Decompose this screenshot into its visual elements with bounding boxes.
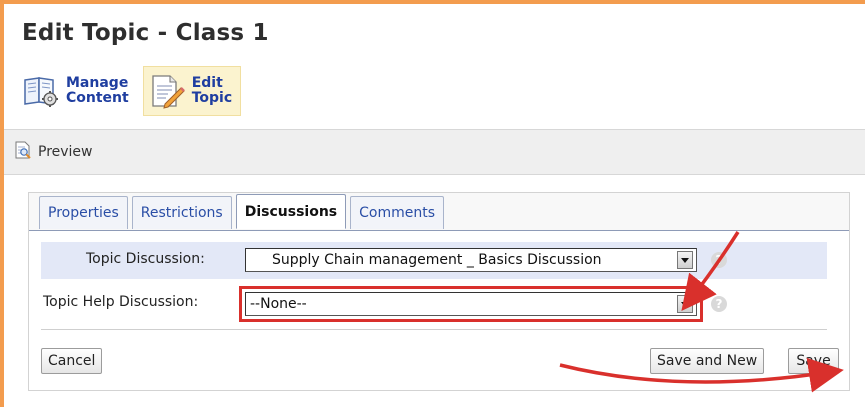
edit-topic-button[interactable]: Edit Topic [142, 66, 242, 116]
tab-discussions[interactable]: Discussions [235, 194, 347, 229]
topic-help-discussion-select[interactable]: --None-- [245, 292, 697, 316]
tab-restrictions[interactable]: Restrictions [131, 196, 232, 229]
cancel-button[interactable]: Cancel [41, 348, 103, 374]
tab-properties[interactable]: Properties [39, 196, 128, 229]
book-gear-icon [22, 74, 60, 108]
topic-help-discussion-label: Topic Help Discussion: [43, 294, 199, 310]
manage-content-label: Manage Content [66, 75, 129, 106]
panel-bottom-border [28, 390, 850, 391]
topic-discussion-select[interactable]: Supply Chain management _ Basics Discuss… [245, 248, 697, 272]
save-button[interactable]: Save [788, 348, 839, 374]
topic-panel: Properties Restrictions Discussions Comm… [28, 192, 850, 391]
manage-content-button[interactable]: Manage Content [18, 66, 137, 116]
question-circle-icon[interactable]: ? [711, 296, 727, 312]
question-circle-icon[interactable]: ? [711, 252, 727, 268]
preview-link[interactable]: Preview [38, 144, 93, 160]
save-and-new-button[interactable]: Save and New [650, 348, 765, 374]
discussions-tab-content: Topic Discussion: Supply Chain managemen… [29, 230, 849, 391]
edit-topic-label: Edit Topic [191, 75, 233, 106]
divider [41, 329, 827, 330]
topic-help-discussion-value: --None-- [250, 296, 307, 312]
preview-bar: Preview [4, 129, 865, 175]
chevron-down-icon[interactable] [677, 295, 693, 313]
toolbar: Manage Content Edit Topic [18, 66, 242, 116]
topic-discussion-value: Supply Chain management _ Basics Discuss… [272, 252, 602, 268]
tab-strip: Properties Restrictions Discussions Comm… [39, 194, 445, 229]
tab-comments[interactable]: Comments [350, 196, 445, 229]
chevron-down-icon[interactable] [677, 251, 693, 269]
page-title: Edit Topic - Class 1 [22, 20, 269, 46]
preview-page-icon[interactable] [14, 141, 32, 163]
topic-discussion-label: Topic Discussion: [86, 251, 205, 267]
document-pencil-icon [148, 73, 186, 109]
